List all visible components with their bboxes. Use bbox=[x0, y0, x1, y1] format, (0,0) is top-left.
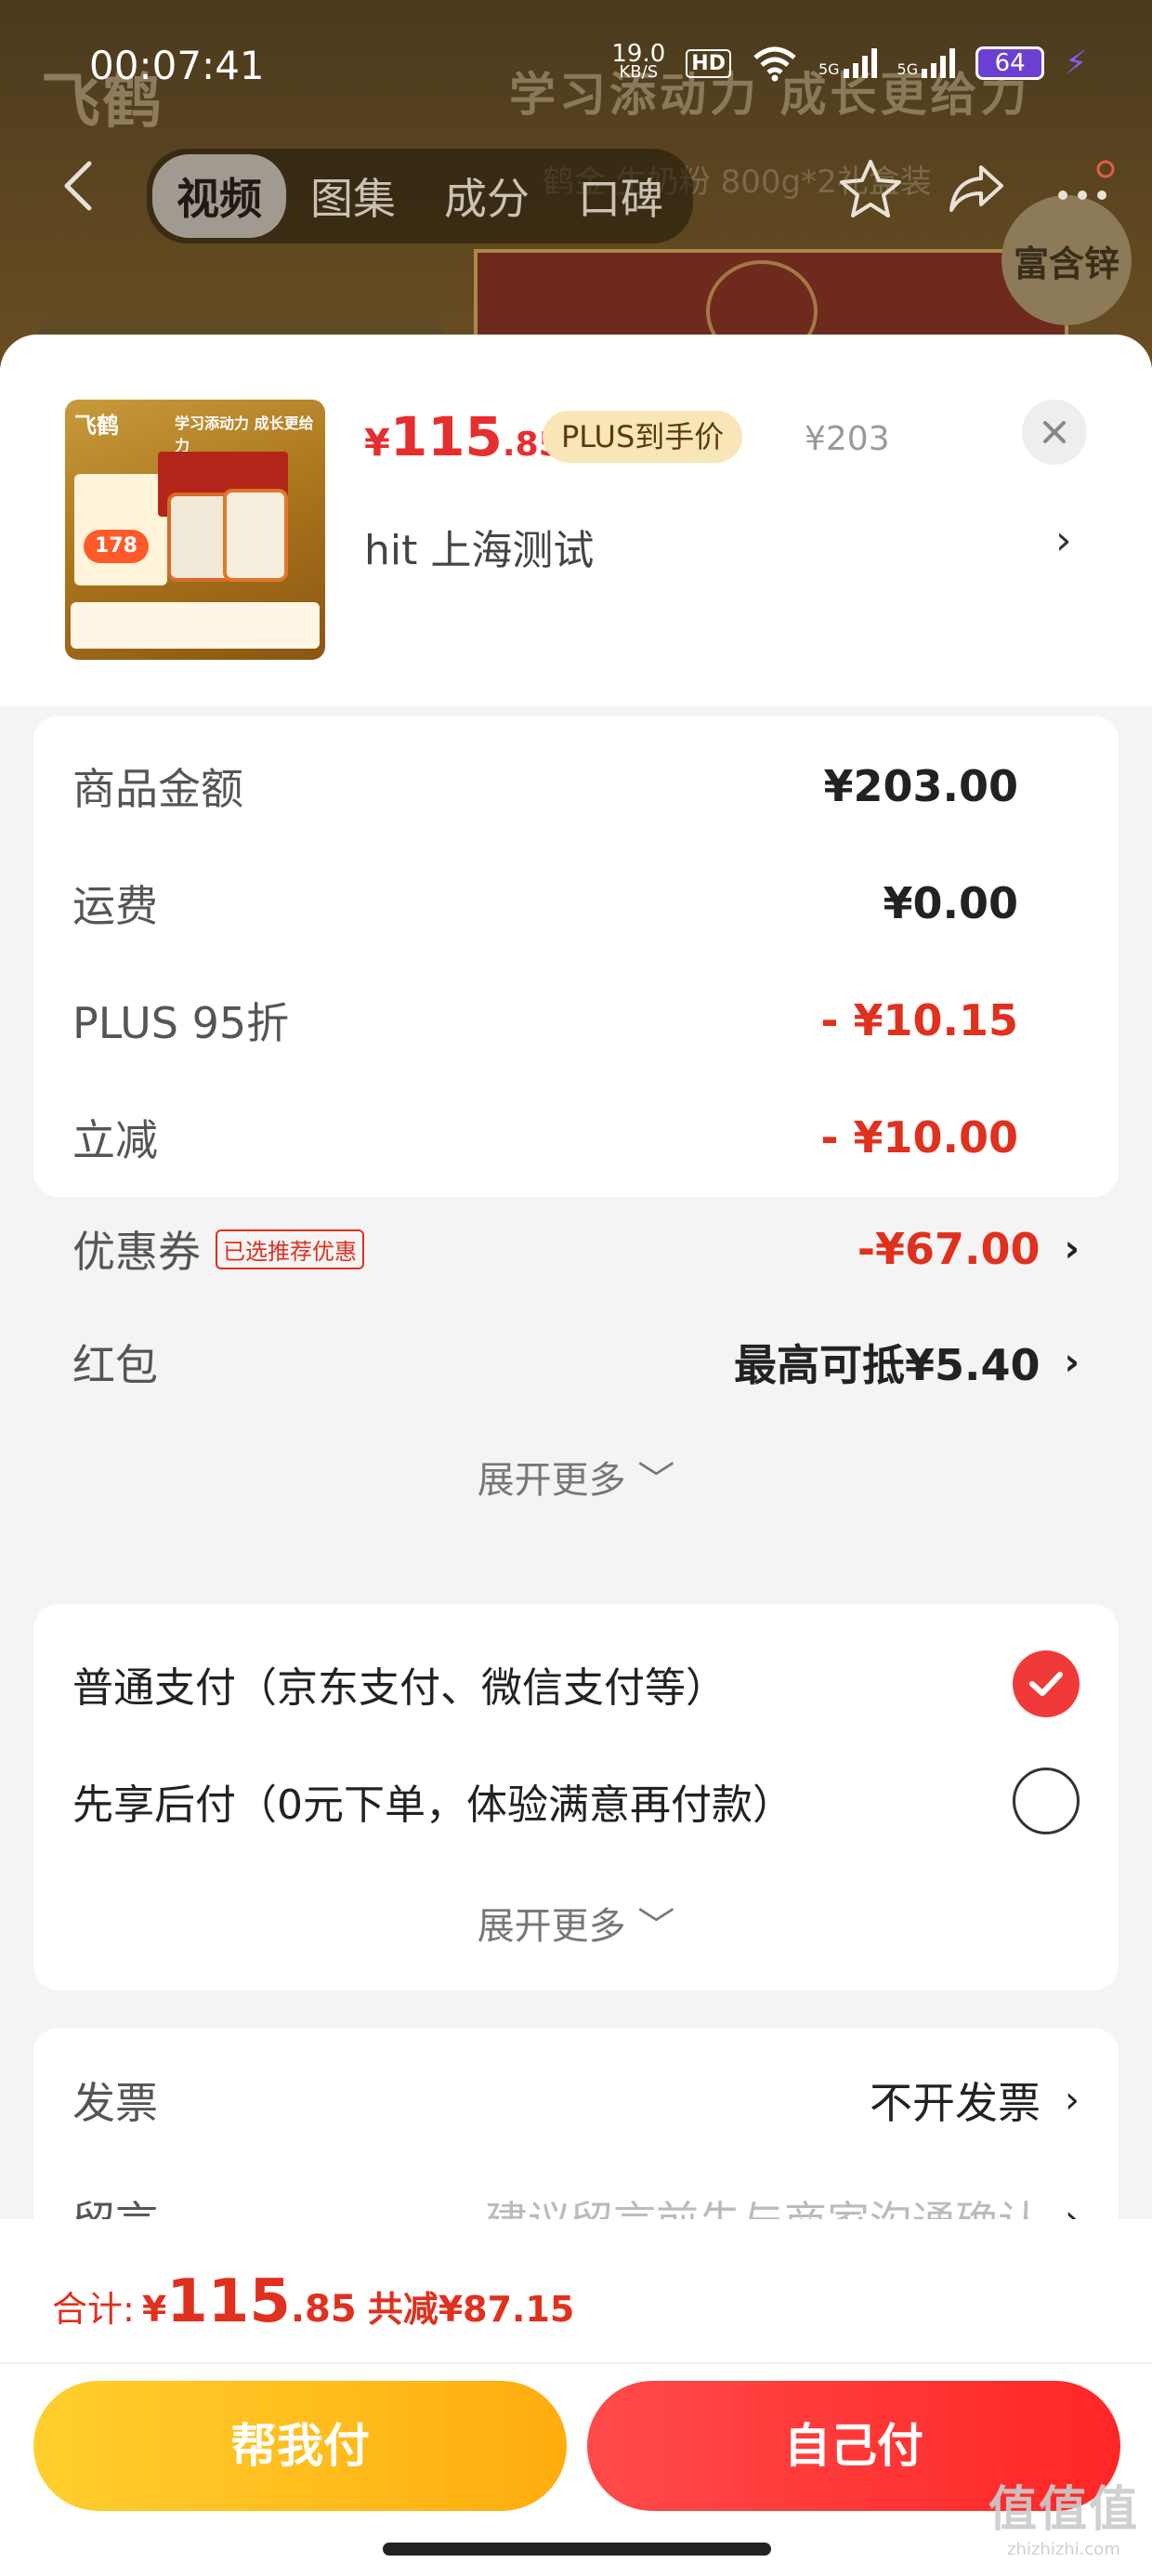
net-speed-value: 19.0 bbox=[611, 40, 666, 68]
product-header: 飞鹤 学习添动力 成长更给力 178 ¥ 115 .85 PLUS到手价 ¥20… bbox=[0, 335, 1152, 706]
chevron-right-icon: › bbox=[1064, 1228, 1080, 1270]
coupon-label: 优惠券 bbox=[72, 1227, 201, 1277]
more-icon[interactable] bbox=[1050, 156, 1115, 221]
chevron-right-icon: › bbox=[1065, 2079, 1080, 2122]
row-invoice[interactable]: 发票 不开发票 › bbox=[72, 2072, 1080, 2128]
net-speed-unit: KB/S bbox=[619, 62, 659, 82]
invoice-value: 不开发票 bbox=[870, 2078, 1041, 2128]
plus-price-badge: PLUS到手价 bbox=[543, 411, 743, 463]
star-icon[interactable] bbox=[838, 156, 903, 221]
thumbnail-price-tag: 178 bbox=[84, 530, 149, 563]
total-decimal: .85 bbox=[290, 2288, 357, 2331]
row-value: -¥67.00 › bbox=[857, 1224, 1080, 1274]
red-packet-value: 最高可抵¥5.40 bbox=[734, 1340, 1041, 1390]
payment-option-label: 普通支付（京东支付、微信支付等） bbox=[72, 1664, 727, 1712]
row-label: 红包 bbox=[72, 1340, 158, 1390]
row-value: 最高可抵¥5.40 › bbox=[734, 1332, 1080, 1393]
signal-icon-1: 5G bbox=[818, 48, 877, 78]
status-bar: 00:07:41 19.0 KB/S HD 5G 5G 64 ⚡ bbox=[0, 0, 1152, 139]
media-tabs: 视频 图集 成分 口碑 bbox=[147, 149, 693, 243]
address-chevron-right-icon[interactable]: › bbox=[1055, 517, 1072, 564]
radio-unchecked[interactable] bbox=[1013, 1768, 1080, 1834]
close-icon bbox=[1043, 421, 1066, 443]
chevron-down-icon: ﹀ bbox=[637, 1459, 675, 1502]
total-integer: 115 bbox=[166, 2267, 291, 2336]
row-value: 不开发票 › bbox=[870, 2070, 1080, 2131]
home-indicator[interactable] bbox=[383, 2543, 771, 2556]
row-label: 优惠券 已选推荐优惠 bbox=[72, 1218, 364, 1280]
hd-icon: HD bbox=[686, 48, 731, 78]
payment-option-label: 先享后付（0元下单，体验满意再付款） bbox=[72, 1781, 793, 1829]
tab-video[interactable]: 视频 bbox=[152, 154, 286, 238]
expand-more-label: 展开更多 bbox=[477, 1905, 626, 1948]
coupon-value: -¥67.00 bbox=[857, 1224, 1041, 1274]
top-nav-bar: 视频 图集 成分 口碑 bbox=[0, 139, 1152, 243]
watermark-logo: 值值值 bbox=[988, 2482, 1139, 2538]
battery-icon: 64 bbox=[975, 46, 1045, 80]
thumbnail-brand: 飞鹤 bbox=[74, 413, 119, 439]
delivery-address[interactable]: hit 上海测试 bbox=[364, 517, 594, 576]
row-coupon[interactable]: 优惠券 已选推荐优惠 -¥67.00 › bbox=[72, 1221, 1080, 1277]
checkmark-icon bbox=[1029, 1672, 1063, 1696]
signal-1-label: 5G bbox=[818, 60, 840, 78]
coupon-recommended-tag: 已选推荐优惠 bbox=[216, 1229, 364, 1269]
site-watermark: 值值值 zhizhizhi.com bbox=[988, 2470, 1139, 2559]
status-time: 00:07:41 bbox=[89, 43, 265, 88]
price-currency: ¥ bbox=[364, 422, 390, 465]
back-icon[interactable] bbox=[58, 160, 100, 212]
divider bbox=[0, 2362, 1152, 2364]
thumbnail-slogan: 学习添动力 成长更给力 bbox=[175, 414, 314, 454]
price-integer: 115 bbox=[389, 405, 503, 468]
watermark-url: zhizhizhi.com bbox=[1007, 2540, 1120, 2559]
thumbnail-benefit-strip bbox=[71, 602, 320, 649]
total-label: 合计: bbox=[52, 2289, 135, 2330]
total-currency: ¥ bbox=[141, 2289, 167, 2330]
expand-more-price-button[interactable]: 展开更多 ﹀ bbox=[33, 1450, 1119, 1504]
close-button[interactable] bbox=[1022, 400, 1087, 465]
total-summary: 合计: ¥ 115 .85 共减¥87.15 bbox=[52, 2267, 574, 2336]
status-icons: 19.0 KB/S HD 5G 5G 64 ⚡ bbox=[611, 40, 1087, 82]
original-price: ¥203 bbox=[805, 420, 890, 458]
wifi-icon bbox=[753, 46, 796, 82]
tab-reviews[interactable]: 口碑 bbox=[554, 154, 687, 238]
chevron-down-icon: ﹀ bbox=[637, 1905, 675, 1948]
signal-icon-2: 5G bbox=[897, 48, 956, 78]
plus-price: ¥ 115 .85 bbox=[364, 405, 562, 468]
nav-actions bbox=[838, 156, 1115, 221]
product-thumbnail[interactable]: 飞鹤 学习添动力 成长更给力 178 bbox=[65, 400, 325, 660]
tab-gallery[interactable]: 图集 bbox=[286, 154, 420, 238]
help-me-pay-button[interactable]: 帮我付 bbox=[33, 2381, 567, 2511]
expand-more-label: 展开更多 bbox=[477, 1459, 626, 1502]
payment-option-pay-later[interactable]: 先享后付（0元下单，体验满意再付款） bbox=[72, 1764, 1080, 1838]
net-speed: 19.0 KB/S bbox=[611, 40, 666, 82]
row-red-packet[interactable]: 红包 最高可抵¥5.40 › bbox=[72, 1334, 1080, 1390]
thumbnail-can bbox=[223, 489, 288, 582]
payment-method-card: 普通支付（京东支付、微信支付等） 先享后付（0元下单，体验满意再付款） 展开更多… bbox=[33, 1604, 1119, 1991]
radio-checked[interactable] bbox=[1013, 1650, 1080, 1717]
total-saved: 共减¥87.15 bbox=[367, 2289, 575, 2330]
price-details-extra: 优惠券 已选推荐优惠 -¥67.00 › 红包 最高可抵¥5.40 › 展开更多 ﹀ bbox=[33, 716, 1119, 1502]
share-icon[interactable] bbox=[944, 156, 1009, 221]
expand-more-payment-button[interactable]: 展开更多 ﹀ bbox=[33, 1896, 1119, 1950]
checkout-bottom-bar: 合计: ¥ 115 .85 共减¥87.15 帮我付 自己付 值值值 zhizh… bbox=[0, 2219, 1152, 2576]
chevron-right-icon: › bbox=[1064, 1341, 1080, 1384]
charging-icon: ⚡ bbox=[1065, 45, 1087, 82]
tab-ingredients[interactable]: 成分 bbox=[420, 154, 554, 238]
signal-2-label: 5G bbox=[897, 60, 919, 78]
payment-option-normal[interactable]: 普通支付（京东支付、微信支付等） bbox=[72, 1647, 1080, 1721]
row-label: 发票 bbox=[72, 2078, 158, 2128]
